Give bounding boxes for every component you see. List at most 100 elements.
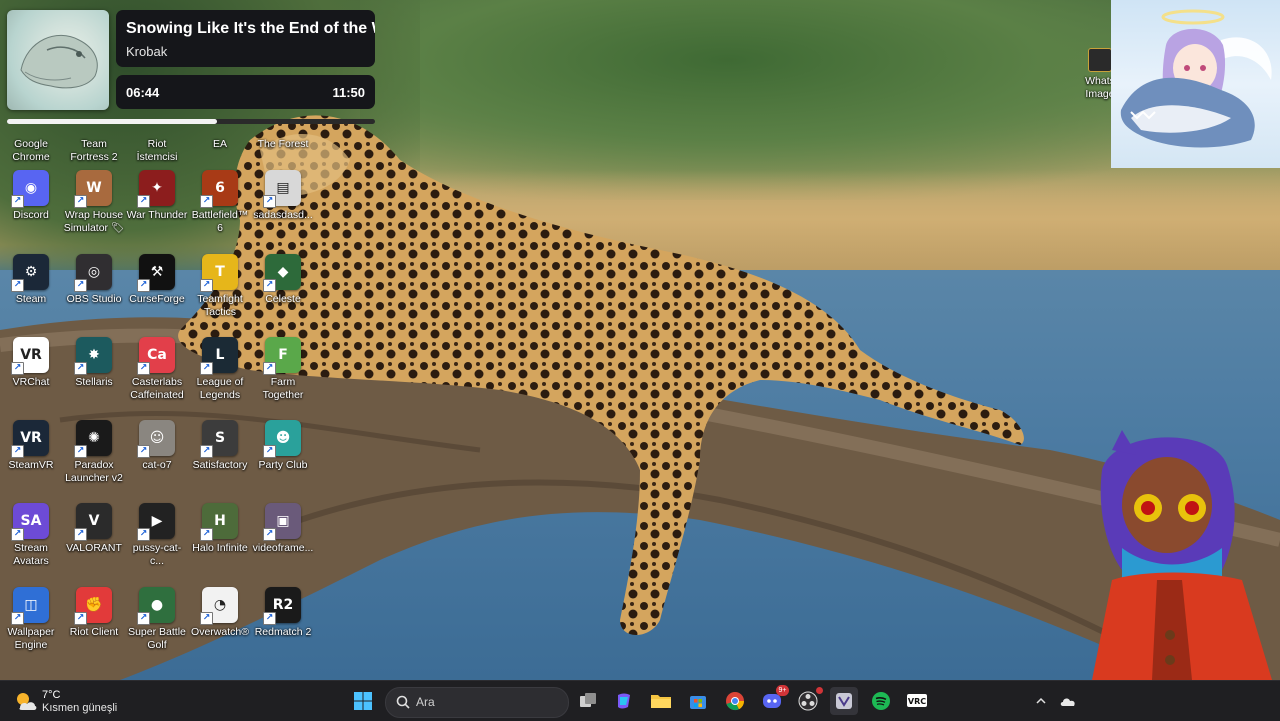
shortcut-arrow-icon: ↗ <box>263 362 276 375</box>
desktop-icon-casterlabs[interactable]: Ca ↗ Casterlabs Caffeinated <box>126 337 188 402</box>
chevron-up-icon <box>1036 697 1046 704</box>
elapsed-time: 06:44 <box>126 85 160 100</box>
shortcut-arrow-icon: ↗ <box>263 445 276 458</box>
casterlabs-icon: Ca ↗ <box>137 337 175 375</box>
halo-infinite-icon: H ↗ <box>200 503 238 541</box>
shortcut-arrow-icon: ↗ <box>200 362 213 375</box>
desktop-icon-wallpaper-engine[interactable]: ◫ ↗ Wallpaper Engine <box>0 587 62 652</box>
desktop-icon-halo-infinite[interactable]: H ↗ Halo Infinite <box>189 503 251 555</box>
desktop-icon-label: Steam <box>15 293 47 305</box>
chrome-button[interactable] <box>721 687 749 715</box>
desktop-icon-cat-image[interactable]: ☺ ↗ cat-o7 <box>126 420 188 472</box>
desktop-icon-redmatch[interactable]: R2 ↗ Redmatch 2 <box>252 587 314 639</box>
paradox-icon: ✺ ↗ <box>74 420 112 458</box>
desktop-icon-steam[interactable]: ⚙ ↗ Steam <box>0 254 62 306</box>
desktop-icon-label: Wrap House Simulator 🏷 <box>63 209 125 234</box>
vtuber-icon <box>836 693 852 709</box>
whatsapp-image-icon <box>1088 48 1112 72</box>
show-hidden-icons-button[interactable] <box>1027 687 1055 715</box>
desktop-icon-discord[interactable]: ◉ ↗ Discord <box>0 170 62 222</box>
desktop-icon-label: Super Battle Golf <box>128 626 186 651</box>
copilot-button[interactable] <box>610 687 638 715</box>
desktop-icon-label: sadasdasd... <box>253 209 313 221</box>
desktop-icon-vrchat[interactable]: VR ↗ VRChat <box>0 337 62 389</box>
weather-description: Kısmen güneşli <box>42 702 118 714</box>
desktop-icon-obs[interactable]: ◎ ↗ OBS Studio <box>63 254 125 306</box>
shortcut-arrow-icon: ↗ <box>74 612 87 625</box>
desktop-icon-wrap-house[interactable]: W ↗ Wrap House Simulator 🏷 <box>63 170 125 235</box>
shortcut-arrow-icon: ↗ <box>263 279 276 292</box>
song-title: Snowing Like It's the End of the World <box>126 20 375 37</box>
task-view-icon <box>580 693 596 707</box>
desktop-icon-video-file[interactable]: ▶ ↗ pussy-cat-c... <box>126 503 188 568</box>
store-button[interactable] <box>684 687 712 715</box>
now-playing-time-panel: 06:44 11:50 <box>116 75 375 109</box>
party-club-icon: ☻ ↗ <box>263 420 301 458</box>
desktop-icon-label: Riot Client <box>69 626 119 638</box>
task-view-button[interactable] <box>574 687 602 715</box>
search-input[interactable]: Ara <box>385 687 569 718</box>
super-battle-golf-icon: ● ↗ <box>137 587 175 625</box>
shortcut-arrow-icon: ↗ <box>11 445 24 458</box>
stellaris-icon: ✸ ↗ <box>74 337 112 375</box>
redmatch-icon: R2 ↗ <box>263 587 301 625</box>
desktop-icon-teamfight-tactics[interactable]: T ↗ Teamfight Tactics <box>189 254 251 319</box>
onedrive-tray-button[interactable] <box>1054 687 1082 715</box>
song-artist: Krobak <box>126 44 168 59</box>
start-button[interactable] <box>349 687 377 715</box>
desktop-icon-riot-client[interactable]: ✊ ↗ Riot Client <box>63 587 125 639</box>
shortcut-arrow-icon: ↗ <box>200 528 213 541</box>
song-progress-bar[interactable] <box>7 119 375 124</box>
file-explorer-button[interactable] <box>647 687 675 715</box>
desktop-icon-satisfactory[interactable]: S ↗ Satisfactory <box>189 420 251 472</box>
desktop-icon-label: Discord <box>13 209 49 221</box>
desktop-icon-stellaris[interactable]: ✸ ↗ Stellaris <box>63 337 125 389</box>
desktop-icon-celeste[interactable]: ◆ ↗ Celeste <box>252 254 314 306</box>
discord-button[interactable]: 9+ <box>758 685 789 715</box>
obs-button[interactable] <box>794 687 823 715</box>
shortcut-arrow-icon: ↗ <box>200 612 213 625</box>
desktop-icon-label: Google Chrome <box>12 138 50 163</box>
obs-recording-indicator <box>816 687 823 694</box>
shortcut-arrow-icon: ↗ <box>11 195 24 208</box>
shortcut-arrow-icon: ↗ <box>11 279 24 292</box>
desktop-icon-label: Stellaris <box>75 376 113 388</box>
folder-icon <box>651 695 671 708</box>
now-playing-title-panel[interactable]: Snowing Like It's the End of the World K… <box>116 10 375 67</box>
shortcut-arrow-icon: ↗ <box>137 279 150 292</box>
desktop-icon-farm-together[interactable]: F ↗ Farm Together <box>252 337 314 402</box>
desktop-icon-super-battle-golf[interactable]: ● ↗ Super Battle Golf <box>126 587 188 652</box>
desktop-icon-steamvr[interactable]: VR ↗ SteamVR <box>0 420 62 472</box>
desktop-icon-label: Casterlabs Caffeinated <box>130 376 184 401</box>
weather-widget[interactable]: 7°C Kısmen güneşli <box>14 687 154 715</box>
desktop-icon-overwatch[interactable]: ◔ ↗ Overwatch® <box>189 587 251 639</box>
desktop-icon-stream-avatars[interactable]: SA ↗ Stream Avatars <box>0 503 62 568</box>
satisfactory-icon: S ↗ <box>200 420 238 458</box>
store-icon <box>690 696 706 709</box>
desktop-icon-label: OBS Studio <box>66 293 122 305</box>
desktop-icon-paradox[interactable]: ✺ ↗ Paradox Launcher v2 <box>63 420 125 485</box>
desktop-icon-battlefield[interactable]: 6 ↗ Battlefield™ 6 <box>189 170 251 235</box>
desktop-icon-war-thunder[interactable]: ✦ ↗ War Thunder <box>126 170 188 222</box>
desktop-icon-valorant[interactable]: V ↗ VALORANT <box>63 503 125 555</box>
cat-image-icon: ☺ ↗ <box>137 420 175 458</box>
shortcut-arrow-icon: ↗ <box>74 445 87 458</box>
vrchat-button[interactable]: VRC <box>903 687 931 715</box>
shortcut-arrow-icon: ↗ <box>200 195 213 208</box>
desktop-icon-league-of-legends[interactable]: L ↗ League of Legends <box>189 337 251 402</box>
desktop-icon-label: VALORANT <box>66 542 122 554</box>
discord-icon: ◉ ↗ <box>11 170 49 208</box>
obs-icon: ◎ ↗ <box>74 254 112 292</box>
desktop-icon-party-club[interactable]: ☻ ↗ Party Club <box>252 420 314 472</box>
desktop-icon-image-file[interactable]: ▣ ↗ videoframe... <box>252 503 314 555</box>
spotify-button[interactable] <box>867 687 895 715</box>
desktop-icon-label: VRChat <box>12 376 50 388</box>
desktop-icon-curseforge[interactable]: ⚒ ↗ CurseForge <box>126 254 188 306</box>
shortcut-arrow-icon: ↗ <box>11 612 24 625</box>
desktop-icon-label: Stream Avatars <box>13 542 49 567</box>
cloud-icon <box>1060 698 1075 706</box>
vtuber-app-button[interactable] <box>830 687 858 715</box>
svg-text:VRC: VRC <box>908 697 926 706</box>
vtuber-avatar <box>1092 430 1272 680</box>
desktop-icon-file[interactable]: ▤ ↗ sadasdasd... <box>252 170 314 222</box>
